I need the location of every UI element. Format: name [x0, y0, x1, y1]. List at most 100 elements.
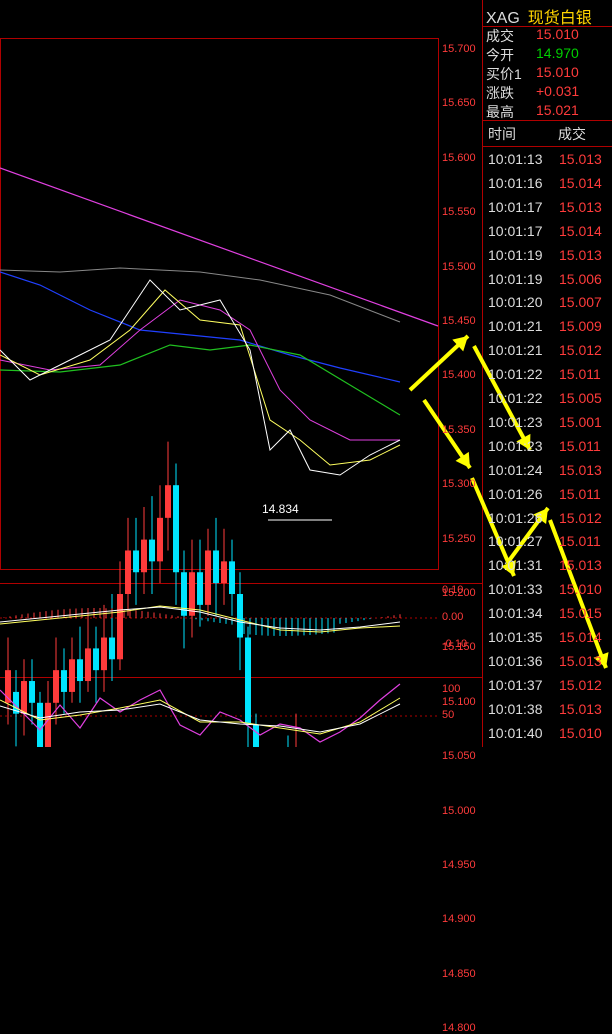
quote-value: 15.021 — [536, 102, 579, 118]
ma-magenta-line — [0, 299, 400, 441]
low-price-label: 14.834 — [262, 502, 299, 516]
price-axis-label: 15.550 — [442, 206, 476, 219]
price-axis-label: 14.900 — [442, 913, 476, 926]
quote-value: 14.970 — [536, 45, 579, 61]
tick-time: 10:01:26 — [488, 509, 543, 526]
price-axis-label: 14.950 — [442, 859, 476, 871]
price-axis-label: 15.000 — [442, 804, 476, 817]
candle-body — [61, 670, 67, 692]
candle-body — [21, 681, 27, 714]
price-axis-label: 15.600 — [442, 151, 476, 164]
price-axis-label: 15.650 — [442, 97, 476, 110]
candle-body — [117, 594, 123, 660]
tick-price: 15.001 — [559, 413, 602, 430]
price-panel-frame — [0, 38, 439, 570]
macd-axis-label: 0.00 — [442, 611, 464, 623]
ma-green-line — [0, 344, 401, 416]
quote-label: 买价1 — [486, 66, 522, 82]
tick-price: 15.009 — [559, 318, 602, 335]
instrument-header[interactable]: XAG 现货白银 — [486, 4, 592, 28]
tick-price: 15.014 — [559, 629, 602, 645]
tick-time: 10:01:23 — [488, 437, 543, 454]
tick-header-price: 成交 — [558, 126, 586, 142]
oscillator-panel — [0, 683, 401, 743]
candle-body — [173, 485, 179, 573]
candle-body — [237, 594, 243, 638]
candle-body — [141, 539, 147, 573]
price-axis-label: 15.250 — [442, 532, 476, 545]
price-axis-label: 15.100 — [442, 695, 476, 708]
tick-time: 10:01:23 — [488, 413, 543, 430]
tick-time: 10:01:40 — [488, 724, 543, 741]
candles — [5, 441, 297, 747]
candle-body — [229, 561, 235, 594]
tick-time: 10:01:38 — [488, 700, 543, 717]
candle-body — [109, 637, 115, 660]
tick-price: 15.012 — [559, 676, 602, 693]
tick-time: 10:01:21 — [488, 318, 543, 335]
quote-value: +0.031 — [536, 83, 580, 99]
tick-price: 15.013 — [559, 700, 602, 717]
candle-body — [221, 561, 227, 584]
tick-price: 15.005 — [559, 390, 602, 406]
tick-time: 10:01:22 — [488, 366, 543, 383]
tick-time: 10:01:13 — [488, 151, 543, 167]
tick-price: 15.011 — [559, 437, 601, 454]
candle-body — [85, 648, 91, 682]
tick-price: 15.015 — [559, 605, 602, 622]
macd-axis-label: 0.10 — [442, 584, 464, 596]
candle-body — [93, 648, 99, 671]
tick-price: 15.014 — [559, 174, 602, 191]
tick-price: 15.010 — [559, 724, 602, 741]
candle-body — [157, 517, 163, 562]
candle-body — [133, 550, 139, 573]
oscillator-axis-label: 100 — [442, 683, 461, 695]
candle-body — [213, 550, 219, 584]
candle-body — [165, 485, 171, 518]
oscillator-axis-label: 50 — [442, 709, 455, 721]
tick-time: 10:01:19 — [488, 270, 543, 287]
candle-body — [149, 539, 155, 562]
quote-label: 今开 — [486, 47, 514, 63]
candle-body — [69, 659, 75, 692]
tick-time: 10:01:37 — [488, 676, 543, 693]
tick-time: 10:01:17 — [488, 198, 543, 215]
osc-k-line — [0, 683, 401, 743]
tick-price: 15.013 — [559, 461, 602, 478]
price-axis-label: 15.500 — [442, 260, 476, 273]
instrument-name: 现货白银 — [527, 10, 592, 27]
candle-body — [101, 637, 107, 671]
tick-price: 15.010 — [559, 581, 602, 598]
tick-time: 10:01:27 — [488, 533, 543, 550]
candle-body — [125, 550, 131, 594]
tick-price: 15.011 — [559, 485, 601, 502]
tick-time: 10:01:36 — [488, 652, 543, 669]
quote-value: 15.010 — [536, 26, 579, 42]
candle-body — [253, 724, 259, 747]
tick-price: 15.013 — [559, 246, 602, 263]
tick-header-time: 时间 — [488, 126, 516, 142]
candle-body — [245, 637, 251, 725]
tick-price: 15.011 — [559, 533, 601, 550]
tick-time: 10:01:33 — [488, 581, 543, 598]
tick-time: 10:01:20 — [488, 294, 543, 311]
tick-time: 10:01:16 — [488, 174, 543, 191]
tick-price: 15.007 — [559, 294, 602, 311]
candle-body — [197, 572, 203, 605]
candle-body — [45, 702, 51, 747]
tick-time: 10:01:19 — [488, 246, 543, 263]
tick-time: 10:01:35 — [488, 629, 543, 645]
candle-body — [37, 702, 43, 747]
tick-time: 10:01:21 — [488, 342, 543, 359]
tick-time: 10:01:34 — [488, 605, 543, 622]
ma-white-line — [0, 279, 401, 476]
symbol: XAG — [486, 10, 520, 27]
price-axis-label: 15.300 — [442, 478, 476, 491]
candle-body — [205, 550, 211, 605]
price-axis-label: 14.850 — [442, 967, 476, 980]
macd-axis-label: -0.10 — [442, 638, 468, 650]
tick-time: 10:01:24 — [488, 461, 543, 478]
tick-time: 10:01:31 — [488, 557, 543, 574]
price-axis-label: 15.400 — [442, 369, 476, 382]
quote-label: 成交 — [486, 28, 514, 44]
